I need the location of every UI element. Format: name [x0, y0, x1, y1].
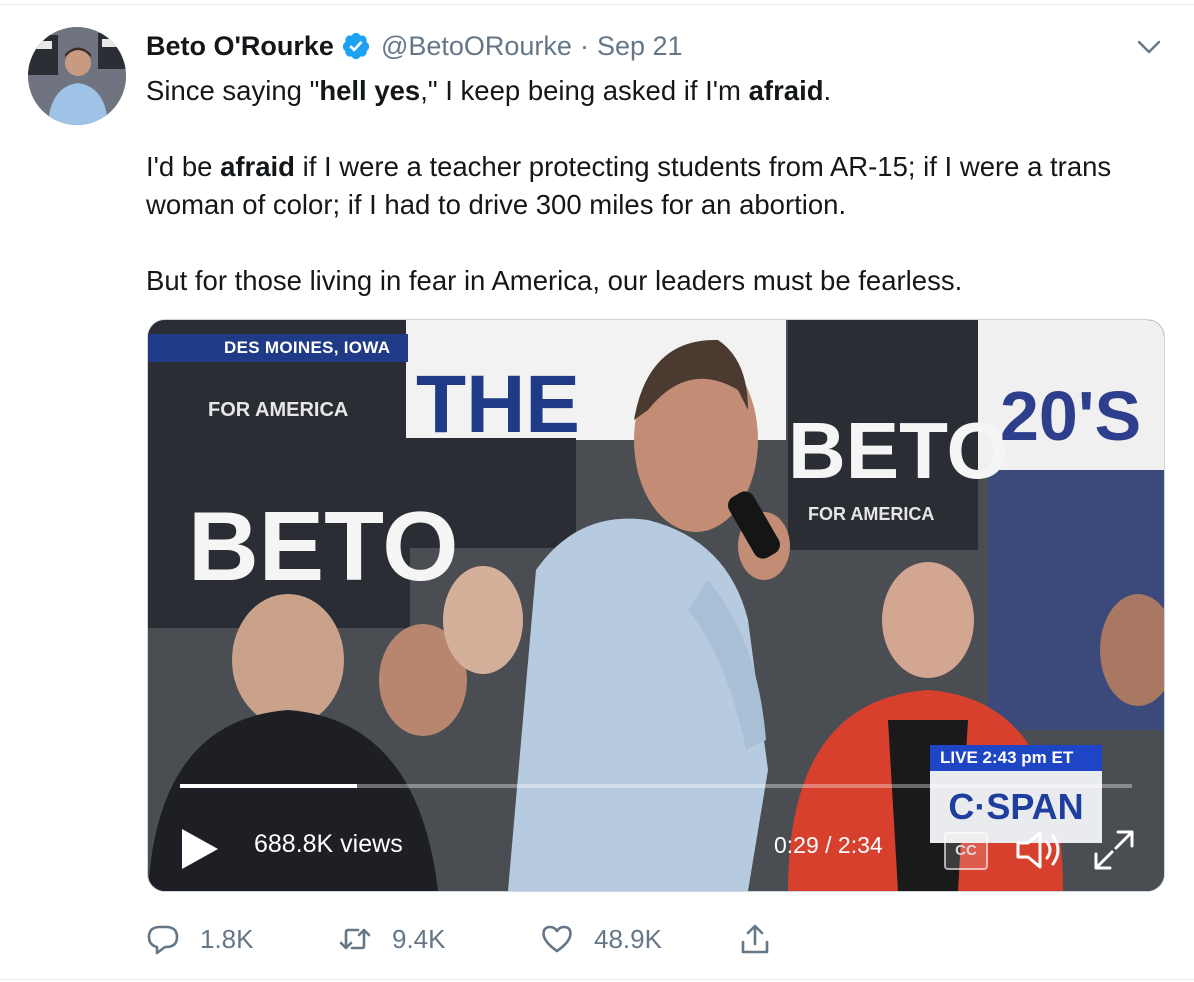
closed-captions-button[interactable]: CC: [944, 832, 988, 870]
sign-for-america-right: FOR AMERICA: [808, 504, 934, 524]
reply-icon[interactable]: [146, 922, 180, 956]
reply-action[interactable]: 1.8K: [146, 922, 254, 956]
retweet-action[interactable]: 9.4K: [338, 922, 446, 956]
video-progress-fill: [180, 784, 358, 788]
sign-20s: 20'S: [1000, 377, 1141, 455]
video-progress-bar[interactable]: [180, 784, 1132, 788]
share-icon[interactable]: [738, 922, 772, 956]
retweet-count: 9.4K: [392, 923, 446, 954]
live-badge: LIVE 2:43 pm ET: [930, 745, 1102, 771]
like-action[interactable]: 48.9K: [540, 922, 662, 956]
like-count: 48.9K: [594, 923, 662, 954]
tweet-paragraph-2: I'd be afraid if I were a teacher protec…: [146, 151, 1112, 220]
top-divider: [0, 4, 1194, 5]
avatar[interactable]: [28, 27, 126, 125]
view-count: 688.8K views: [254, 830, 403, 858]
tweet-date[interactable]: Sep 21: [597, 31, 683, 62]
retweet-icon[interactable]: [338, 922, 372, 956]
tweet-paragraph-1: Since saying "hell yes," I keep being as…: [146, 75, 832, 106]
tweet-header: Beto O'Rourke @BetoORourke · Sep 21: [146, 28, 683, 64]
video-player[interactable]: BETO FOR AMERICA THE BETO FOR AMERICA 20…: [147, 319, 1165, 892]
sign-the: THE: [416, 359, 580, 450]
tweet-text: Since saying "hell yes," I keep being as…: [146, 72, 1176, 300]
sign-beto-left: BETO: [188, 491, 458, 601]
reply-count: 1.8K: [200, 923, 254, 954]
chevron-down-icon[interactable]: [1136, 36, 1162, 58]
fullscreen-icon[interactable]: [1092, 828, 1136, 872]
share-action[interactable]: [738, 922, 772, 956]
video-time: 0:29 / 2:34: [774, 832, 883, 858]
verified-badge-icon: [342, 32, 370, 60]
location-badge: DES MOINES, IOWA: [148, 334, 409, 362]
author-handle[interactable]: @BetoORourke: [381, 31, 572, 62]
volume-icon[interactable]: [1014, 828, 1066, 872]
play-icon[interactable]: [178, 826, 220, 872]
tweet-paragraph-3: But for those living in fear in America,…: [146, 265, 963, 296]
author-name[interactable]: Beto O'Rourke: [146, 31, 334, 62]
sign-beto-right: BETO: [788, 406, 1009, 495]
like-icon[interactable]: [540, 922, 574, 956]
bottom-divider: [0, 979, 1194, 980]
separator-dot: ·: [579, 30, 589, 61]
sign-for-america-left: FOR AMERICA: [208, 399, 348, 421]
